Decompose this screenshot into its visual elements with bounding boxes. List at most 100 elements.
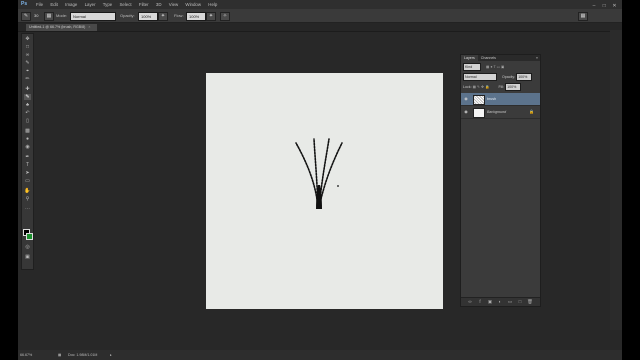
filter-row: Kind ▦ ● T ▭ ▣ (463, 63, 504, 71)
healing-brush-tool-icon[interactable]: ✚ (24, 86, 31, 92)
layers-panel-header: Layers Channels ≡ (461, 55, 540, 61)
doc-info[interactable]: Doc: 1.98M/1.01M (68, 350, 97, 360)
lock-icons[interactable]: ▦ ✎ ✥ 🔒 (473, 85, 490, 89)
fx-icon[interactable]: f (477, 299, 483, 305)
adjustment-icon[interactable]: ◐ (497, 299, 503, 305)
lock-row: Lock: ▦ ✎ ✥ 🔒 Fill: 100% (463, 83, 522, 91)
zoom-tool-icon[interactable]: ⚲ (24, 196, 31, 202)
blend-mode-select[interactable]: Normal (463, 73, 497, 81)
menu-window[interactable]: Window (185, 2, 201, 7)
visibility-eye-icon[interactable]: ◉ (463, 106, 469, 118)
clone-stamp-tool-icon[interactable]: ♣ (24, 102, 31, 108)
visibility-eye-icon[interactable]: ◉ (463, 93, 469, 105)
menu-type[interactable]: Type (103, 2, 113, 7)
pressure-size-icon[interactable]: ✧ (220, 12, 230, 21)
tab-channels[interactable]: Channels (478, 55, 499, 61)
status-bar: 66.67% ▦ Doc: 1.98M/1.01M ▸ (18, 350, 622, 360)
layer-name[interactable]: brush (487, 93, 496, 105)
hand-tool-icon[interactable]: ✋ (24, 188, 31, 194)
menu-view[interactable]: View (169, 2, 178, 7)
brush-tool-preset-icon[interactable]: ✎ (21, 12, 31, 21)
opacity-field[interactable]: 100% (138, 12, 158, 21)
background-color-swatch[interactable] (26, 233, 33, 240)
dots-icon[interactable]: ⋯ (24, 206, 31, 212)
document-tab[interactable]: Untitled-1 @ 66.7% (brush, RGB/8) × (26, 24, 97, 31)
flow-label: Flow: (174, 13, 184, 18)
photoshop-window: Ps File Edit Image Layer Type Select Fil… (18, 0, 622, 360)
type-tool-icon[interactable]: T (24, 162, 31, 168)
tab-layers[interactable]: Layers (461, 55, 478, 61)
pen-tool-icon[interactable]: ✒ (24, 154, 31, 160)
group-icon[interactable]: ▭ (507, 299, 513, 305)
flow-field[interactable]: 100% (186, 12, 206, 21)
mode-label: Mode: (56, 13, 68, 18)
dodge-tool-icon[interactable]: ◉ (24, 144, 31, 150)
tools-panel: ✥ □ ∞ ✎ ⌖ ✏ ✚ ✎ ♣ ↶ ▯ ▩ ● ◉ ✒ T ➤ ▭ ✋ ⚲ … (21, 33, 34, 270)
fill-field[interactable]: 100% (505, 83, 522, 91)
shape-tool-icon[interactable]: ▭ (24, 178, 31, 184)
menu-layer[interactable]: Layer (85, 2, 96, 7)
brush-strokes-drawing (295, 138, 343, 209)
marquee-tool-icon[interactable]: □ (24, 44, 31, 50)
panel-menu-icon[interactable]: ≡ (536, 55, 538, 61)
history-brush-tool-icon[interactable]: ↶ (24, 110, 31, 116)
menu-select[interactable]: Select (119, 2, 131, 7)
menu-edit[interactable]: Edit (50, 2, 58, 7)
menu-file[interactable]: File (36, 2, 43, 7)
filter-icons[interactable]: ▦ ● T ▭ ▣ (486, 65, 504, 69)
window-controls: – □ ✕ (589, 1, 618, 9)
menu-filter[interactable]: Filter (139, 2, 149, 7)
zoom-level[interactable]: 66.67% (20, 350, 32, 360)
kind-filter-select[interactable]: Kind (463, 63, 481, 71)
layer-opacity-label: Opacity: (502, 75, 516, 79)
status-icon[interactable]: ▦ (58, 350, 61, 360)
layer-thumbnail (473, 95, 485, 105)
workspace-icon[interactable]: ▦ (578, 12, 588, 21)
layers-panel-footer: ∞ f ▣ ◐ ▭ □ 🗑 (461, 297, 540, 306)
app-logo: Ps (21, 1, 28, 7)
menu-image[interactable]: Image (65, 2, 77, 7)
document-tab-title: Untitled-1 @ 66.7% (brush, RGB/8) (29, 25, 86, 29)
menu-help[interactable]: Help (208, 2, 217, 7)
close-tab-icon[interactable]: × (88, 25, 90, 29)
document-canvas[interactable] (206, 73, 443, 309)
fill-label: Fill: (498, 85, 505, 89)
path-select-tool-icon[interactable]: ➤ (24, 170, 31, 176)
brush-cursor-dot (337, 185, 339, 187)
layer-opacity-field[interactable]: 100% (516, 73, 533, 81)
eraser-tool-icon[interactable]: ▯ (24, 118, 31, 124)
status-arrow-icon[interactable]: ▸ (110, 350, 112, 360)
lock-label: Lock: (463, 85, 472, 89)
eyedropper-tool-icon[interactable]: ✏ (24, 76, 31, 82)
blur-tool-icon[interactable]: ● (24, 136, 31, 142)
menu-3d[interactable]: 3D (156, 2, 162, 7)
gradient-tool-icon[interactable]: ▩ (24, 128, 31, 134)
layer-row-background[interactable]: ◉ Background 🔒 (461, 106, 540, 119)
layer-lock-icon: 🔒 (529, 109, 534, 114)
pressure-opacity-icon[interactable]: ✦ (158, 12, 168, 21)
new-layer-icon[interactable]: □ (517, 299, 523, 305)
blend-row: Normal Opacity: 100% (463, 73, 533, 81)
lasso-tool-icon[interactable]: ∞ (24, 52, 31, 58)
crop-tool-icon[interactable]: ⌖ (24, 68, 31, 74)
menu-list: File Edit Image Layer Type Select Filter… (36, 0, 223, 9)
layer-name[interactable]: Background (487, 106, 506, 118)
brush-panel-icon[interactable]: ▦ (44, 12, 54, 21)
layers-panel-tabs: Layers Channels (461, 55, 499, 61)
quick-select-tool-icon[interactable]: ✎ (24, 60, 31, 66)
layer-row-brush[interactable]: ◉ brush (461, 93, 540, 106)
mask-icon[interactable]: ▣ (487, 299, 493, 305)
side-panel-dock (610, 30, 622, 330)
move-tool-icon[interactable]: ✥ (24, 36, 31, 42)
airbrush-icon[interactable]: ✦ (206, 12, 216, 21)
layer-thumbnail (473, 108, 485, 118)
quick-mask-icon[interactable]: ◎ (24, 244, 31, 250)
brush-size-value[interactable]: 30 (34, 12, 38, 19)
trash-icon[interactable]: 🗑 (527, 299, 533, 305)
document-tab-bar: Untitled-1 @ 66.7% (brush, RGB/8) × (18, 23, 622, 32)
mode-select[interactable]: Normal (70, 12, 116, 21)
brush-tool-icon[interactable]: ✎ (24, 94, 31, 100)
menu-bar: Ps File Edit Image Layer Type Select Fil… (18, 0, 622, 9)
screen-mode-icon[interactable]: ▣ (24, 254, 31, 260)
link-icon[interactable]: ∞ (467, 299, 473, 305)
